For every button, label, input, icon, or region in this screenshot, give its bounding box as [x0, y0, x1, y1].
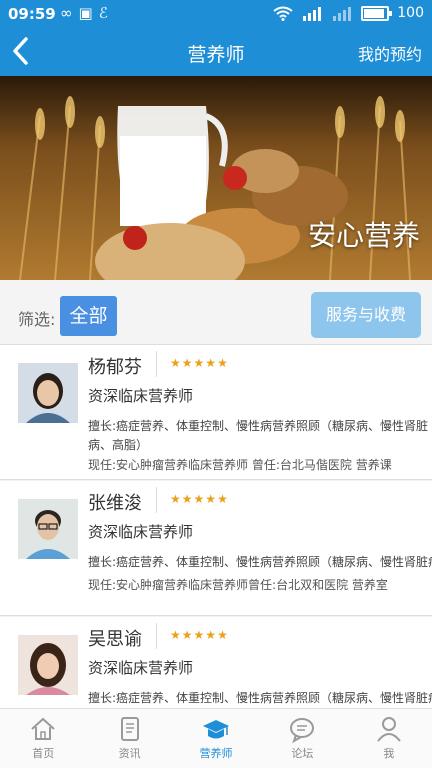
star-icon: ★	[193, 628, 206, 642]
star-icon: ★	[205, 492, 218, 506]
nutritionist-list: 杨郁芬 ★★★★★ 资深临床营养师 擅长:癌症营养、体重控制、慢性病营养照顾（糖…	[0, 345, 432, 708]
news-icon	[120, 717, 139, 741]
star-icon: ★	[181, 492, 194, 506]
nutritionist-title: 资深临床营养师	[88, 523, 194, 541]
nutritionist-title: 资深临床营养师	[88, 387, 194, 405]
divider	[156, 487, 157, 513]
nutritionist-specialty: 擅长:癌症营养、体重控制、慢性病营养照顾（糖尿病、慢性肾脏病、高	[88, 691, 432, 705]
tab-nutritionist[interactable]: 营养师	[173, 709, 259, 768]
filter-label: 筛选:	[18, 310, 56, 329]
battery-icon	[361, 5, 393, 21]
star-icon: ★	[193, 356, 206, 370]
nutritionist-name: 张维浚	[88, 493, 142, 514]
tab-label: 资讯	[118, 747, 141, 760]
tab-home[interactable]: 首页	[0, 709, 86, 768]
star-icon: ★	[205, 628, 218, 642]
status-time: 09:59	[8, 5, 56, 23]
tab-news[interactable]: 资讯	[86, 709, 172, 768]
star-icon: ★	[217, 628, 229, 642]
battery-level: 100	[397, 5, 424, 21]
nutritionist-name: 吴思谕	[88, 629, 142, 650]
star-icon: ★	[181, 356, 194, 370]
divider	[156, 623, 157, 649]
nav-bar: 营养师 我的预约	[0, 28, 432, 76]
star-icon: ★	[181, 628, 194, 642]
service-fees-button[interactable]: 服务与收费	[311, 292, 421, 338]
nutritionist-title: 资深临床营养师	[88, 659, 194, 677]
star-icon: ★	[217, 356, 229, 370]
tab-label: 首页	[32, 747, 55, 760]
banner-caption: 安心营养	[307, 219, 420, 252]
user-icon	[377, 717, 401, 742]
banner: 安心营养	[0, 76, 432, 280]
tab-me[interactable]: 我	[346, 709, 432, 768]
avatar	[18, 499, 78, 559]
bottom-tab-bar: 首页 资讯 营养师 论坛 我	[0, 708, 432, 768]
wifi-icon	[273, 6, 293, 21]
chat-icon	[290, 718, 315, 743]
nutritionist-specialty: 擅长:癌症营养、体重控制、慢性病营养照顾（糖尿病、慢性肾脏病、高脂）	[88, 419, 429, 452]
avatar	[18, 635, 78, 695]
nutritionist-card[interactable]: 杨郁芬 ★★★★★ 资深临床营养师 擅长:癌症营养、体重控制、慢性病营养照顾（糖…	[0, 345, 432, 480]
tab-label: 我	[383, 747, 395, 760]
nutritionist-card[interactable]: 吴思谕 ★★★★★ 资深临床营养师 擅长:癌症营养、体重控制、慢性病营养照顾（糖…	[0, 617, 432, 708]
link-icon: ℰ	[98, 4, 114, 22]
star-rating: ★★★★★	[170, 356, 229, 370]
home-icon	[31, 717, 55, 740]
status-icons: ∞▣ℰ	[60, 4, 114, 22]
battery-fill	[364, 8, 385, 18]
nutritionist-name: 杨郁芬	[88, 357, 142, 378]
nutritionist-card[interactable]: 张维浚 ★★★★★ 资深临床营养师 擅长:癌症营养、体重控制、慢性病营养照顾（糖…	[0, 481, 432, 616]
filter-bar: 筛选: 全部 服务与收费	[0, 280, 432, 345]
star-icon: ★	[170, 492, 182, 506]
nutritionist-specialty: 擅长:癌症营养、体重控制、慢性病营养照顾（糖尿病、慢性肾脏病、高	[88, 555, 432, 569]
star-icon: ★	[205, 356, 218, 370]
star-icon: ★	[170, 628, 182, 642]
status-bar: 09:59 ∞▣ℰ 100	[0, 0, 432, 28]
star-icon: ★	[217, 492, 229, 506]
signal-icon	[333, 6, 352, 21]
star-icon: ★	[193, 492, 206, 506]
star-rating: ★★★★★	[170, 628, 229, 642]
filter-all-button[interactable]: 全部	[60, 296, 117, 336]
divider	[156, 351, 157, 377]
graduation-cap-icon	[203, 720, 230, 739]
star-icon: ★	[170, 356, 182, 370]
star-rating: ★★★★★	[170, 492, 229, 506]
tab-label: 营养师	[199, 747, 233, 760]
tab-label: 论坛	[291, 747, 314, 760]
nutritionist-current: 现任:安心肿瘤营养临床营养师 曾任:台北马偕医院 营养课	[88, 458, 392, 472]
signal-4g-icon	[303, 6, 322, 21]
avatar	[18, 363, 78, 423]
my-appointments-link[interactable]: 我的预约	[358, 41, 422, 65]
image-icon: ▣	[78, 4, 99, 22]
tab-forum[interactable]: 论坛	[259, 709, 345, 768]
nutritionist-current: 现任:安心肿瘤营养临床营养师曾任:台北双和医院 营养室	[88, 578, 388, 592]
infinity-icon: ∞	[60, 4, 79, 22]
